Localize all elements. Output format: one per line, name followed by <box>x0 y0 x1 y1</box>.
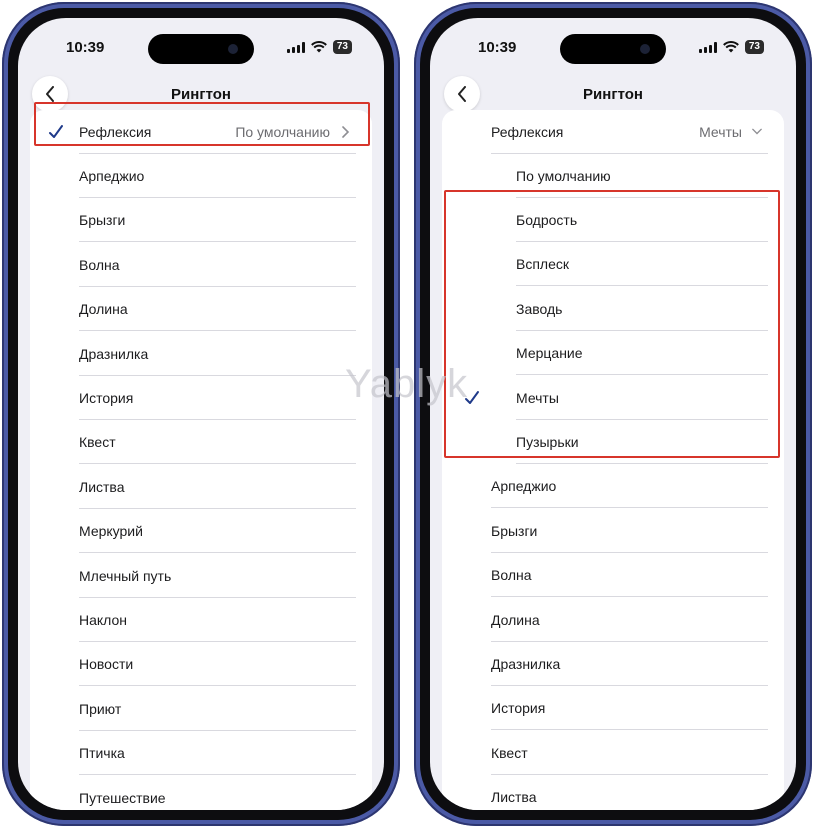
list-item[interactable]: Брызги <box>30 198 372 243</box>
status-time: 10:39 <box>478 39 517 56</box>
page-title: Рингтон <box>171 86 231 103</box>
list-item-label: Долина <box>491 611 540 628</box>
list-item-label: Меркурий <box>79 523 143 540</box>
list-item-label: Волна <box>79 256 120 273</box>
highlight-box <box>34 102 370 146</box>
list-item[interactable]: Листва <box>442 775 784 810</box>
list-item[interactable]: Новости <box>30 642 372 687</box>
battery-indicator: 73 <box>332 40 352 54</box>
status-time: 10:39 <box>66 39 105 56</box>
list-item[interactable]: Приют <box>30 687 372 731</box>
list-item-label: Рефлексия <box>491 124 564 140</box>
list-item-label: Брызги <box>79 212 126 229</box>
chevron-down-icon <box>752 128 762 135</box>
cellular-signal-icon <box>286 41 305 53</box>
list-item-label: История <box>491 700 546 717</box>
battery-indicator: 73 <box>744 40 764 54</box>
list-item-label: Птичка <box>79 745 125 762</box>
wifi-icon <box>722 41 739 53</box>
camera-icon <box>228 44 238 54</box>
status-bar: 73 <box>698 40 764 54</box>
list-item[interactable]: Квест <box>442 731 784 775</box>
list-item[interactable]: Арпеджио <box>442 464 784 509</box>
list-item-label: Квест <box>491 744 528 761</box>
list-item-label: Листва <box>79 478 125 495</box>
list-item-label: Долина <box>79 301 128 318</box>
list-item[interactable]: История <box>30 376 372 420</box>
list-item-detail: Мечты <box>699 124 742 140</box>
list-item[interactable]: История <box>442 686 784 731</box>
list-item[interactable]: Наклон <box>30 598 372 642</box>
list-item-label: Квест <box>79 434 116 451</box>
list-item[interactable]: Брызги <box>442 509 784 553</box>
list-item[interactable]: Листва <box>30 465 372 509</box>
list-item[interactable]: Меркурий <box>30 509 372 554</box>
status-bar: 73 <box>286 40 352 54</box>
list-item[interactable]: Долина <box>30 287 372 332</box>
list-item[interactable]: Птичка <box>30 731 372 776</box>
list-item-label: Наклон <box>79 612 128 628</box>
cellular-signal-icon <box>698 41 717 53</box>
list-item-label: Брызги <box>491 522 538 539</box>
list-item-label: Арпеджио <box>79 168 145 184</box>
list-item-label: Дразнилка <box>79 345 149 362</box>
list-item-label: Арпеджио <box>491 478 557 495</box>
list-item[interactable]: Млечный путь <box>30 554 372 598</box>
watermark: Yablyk <box>345 362 469 406</box>
list-item-label: Путешествие <box>79 789 166 806</box>
page-title: Рингтон <box>583 86 643 103</box>
list-item-label: Новости <box>79 656 134 673</box>
list-item[interactable]: Волна <box>30 243 372 287</box>
list-item-label: Млечный путь <box>79 567 172 584</box>
list-item-label: Дразнилка <box>491 656 561 672</box>
list-item[interactable]: Долина <box>442 598 784 642</box>
list-item[interactable]: Арпеджио <box>30 154 372 198</box>
list-item-label: Приют <box>79 700 122 717</box>
wifi-icon <box>310 41 327 53</box>
list-item[interactable]: Дразнилка <box>442 642 784 686</box>
list-item-label: По умолчанию <box>516 168 611 184</box>
list-item-label: Листва <box>491 789 537 806</box>
dynamic-island <box>148 34 254 64</box>
list-item[interactable]: Волна <box>442 553 784 598</box>
list-item[interactable]: Дразнилка <box>30 332 372 376</box>
list-item-expanded[interactable]: Рефлексия Мечты <box>442 110 784 154</box>
list-item-label: Волна <box>491 567 532 584</box>
highlight-box <box>444 190 780 458</box>
dynamic-island <box>560 34 666 64</box>
ringtone-list: Рефлексия По умолчанию Арпеджио Брызги Вол… <box>30 110 372 810</box>
list-item-label: История <box>79 390 134 406</box>
list-item[interactable]: Путешествие <box>30 776 372 810</box>
camera-icon <box>640 44 650 54</box>
list-item[interactable]: Квест <box>30 420 372 465</box>
